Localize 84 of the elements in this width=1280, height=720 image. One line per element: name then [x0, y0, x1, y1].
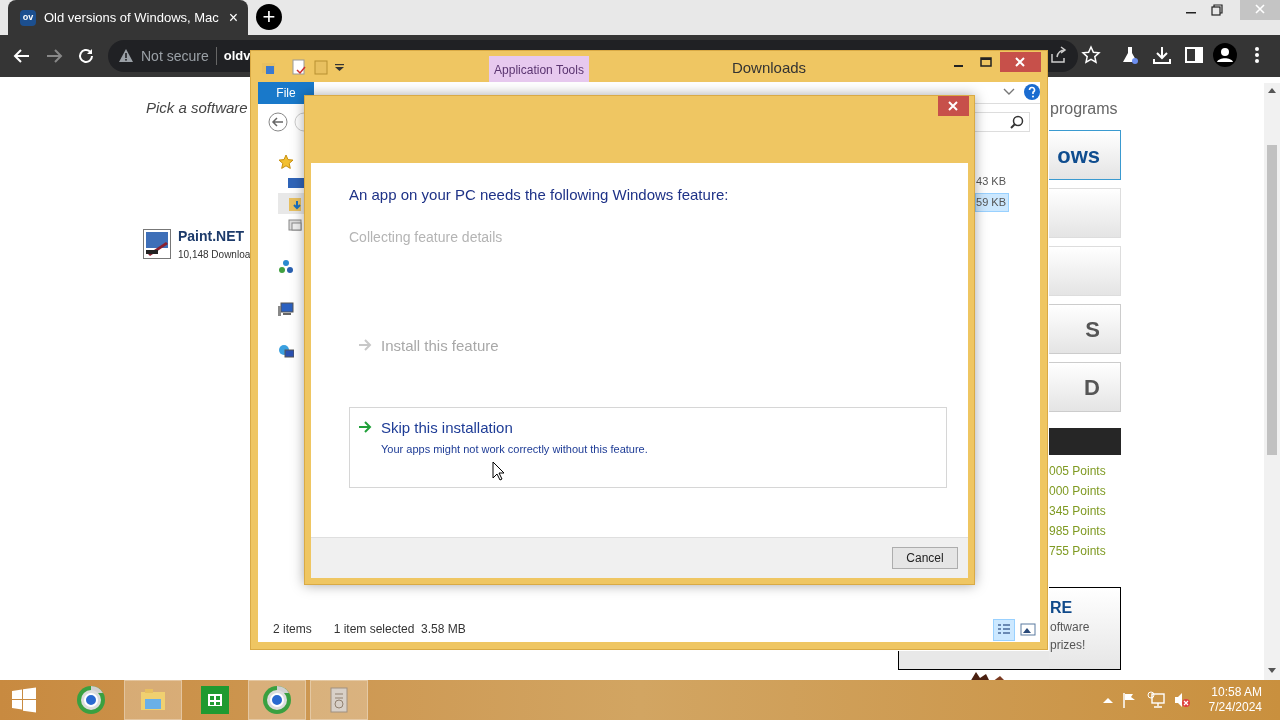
close-icon[interactable]	[938, 96, 969, 116]
flask-icon[interactable]	[1120, 45, 1140, 65]
network-icon	[278, 342, 294, 359]
chrome-icon	[75, 684, 107, 716]
promo-title: RE	[1050, 598, 1074, 618]
download-icon[interactable]	[1152, 45, 1172, 65]
profile-icon[interactable]	[1213, 43, 1237, 67]
mouse-pointer-icon	[492, 461, 505, 481]
maximize-icon[interactable]	[980, 56, 992, 68]
store-icon	[199, 684, 231, 716]
file-size-cell[interactable]: 59 KB	[975, 193, 1009, 212]
search-icon[interactable]	[1010, 115, 1024, 129]
pc-icon	[278, 300, 294, 317]
browser-tab[interactable]: ov Old versions of Windows, Mac ×	[8, 0, 248, 35]
category-banner[interactable]: S	[1049, 304, 1121, 354]
promo-text: prizes!	[1050, 637, 1087, 654]
download-count: 10,148 Downloa	[178, 248, 251, 262]
promo-banner[interactable]: RE oftware prizes!	[1049, 587, 1121, 670]
dialog-heading: An app on your PC needs the following Windows feature:	[349, 185, 730, 205]
points-text: 985 Points	[1049, 523, 1106, 540]
context-tab-label: Application Tools	[489, 56, 589, 83]
close-icon[interactable]	[1000, 52, 1041, 72]
side-panel-icon[interactable]	[1184, 45, 1204, 65]
chrome-icon	[261, 684, 293, 716]
cancel-button[interactable]: Cancel	[892, 547, 958, 569]
warning-icon	[118, 48, 134, 64]
file-tab[interactable]: File	[258, 81, 314, 104]
homegroup-icon	[278, 258, 294, 275]
option-description: Your apps might not work correctly without this feature.	[381, 442, 648, 457]
points-text: 000 Points	[1049, 483, 1106, 500]
downloads-icon	[288, 195, 304, 212]
chevron-down-icon[interactable]	[1003, 88, 1015, 96]
window-title: Downloads	[730, 58, 808, 78]
menu-icon[interactable]	[1254, 45, 1260, 65]
network-icon[interactable]	[1146, 691, 1165, 709]
help-icon[interactable]	[1024, 84, 1040, 100]
security-label: Not secure	[141, 46, 209, 66]
item-count: 2 items	[273, 621, 312, 638]
favicon: ov	[20, 9, 36, 26]
taskbar-app[interactable]	[248, 680, 306, 720]
tab-title: Old versions of Windows, Mac	[44, 8, 220, 27]
points-text: 755 Points	[1049, 543, 1106, 560]
points-text: 345 Points	[1049, 503, 1106, 520]
star-icon[interactable]	[1081, 45, 1101, 65]
promo-text: oftware	[1050, 619, 1091, 636]
option-link: Install this feature	[381, 335, 499, 356]
scroll-up-icon[interactable]	[1268, 87, 1276, 93]
scroll-down-icon[interactable]	[1268, 668, 1276, 674]
caret-up-icon[interactable]	[1102, 697, 1113, 703]
recent-icon	[288, 216, 304, 233]
clock-time: 10:58 AM	[1211, 685, 1262, 700]
arrow-right-icon	[358, 419, 372, 434]
status-text: Collecting feature details	[349, 227, 504, 247]
properties-icon[interactable]	[291, 59, 307, 75]
file-size-cell[interactable]: 43 KB	[975, 172, 1009, 191]
dropdown-icon[interactable]	[335, 64, 344, 71]
category-banner[interactable]: D	[1049, 362, 1121, 412]
share-icon[interactable]	[1048, 45, 1068, 65]
back-icon[interactable]	[268, 112, 288, 132]
section-heading: programs	[1050, 99, 1118, 119]
category-banner[interactable]: ows	[1049, 130, 1121, 180]
scrollbar[interactable]	[1264, 83, 1280, 680]
volume-muted-icon[interactable]	[1173, 692, 1190, 708]
selection-info: 1 item selected 3.58 MB	[333, 621, 466, 638]
points-text: 005 Points	[1049, 463, 1106, 480]
scroll-thumb[interactable]	[1267, 145, 1277, 455]
clock-date: 7/24/2024	[1208, 700, 1262, 715]
software-name[interactable]: Paint.NET	[178, 229, 251, 244]
option-title: Skip this installation	[381, 417, 514, 438]
new-tab-button[interactable]: +	[256, 4, 282, 30]
leaderboard-header	[1049, 428, 1121, 455]
paint-app-icon[interactable]	[143, 229, 171, 259]
reload-icon[interactable]	[77, 47, 95, 65]
url-text: oldv	[223, 47, 251, 66]
search-field[interactable]	[974, 112, 1030, 132]
restore-icon[interactable]	[1211, 4, 1223, 16]
page-tagline: Pick a software	[146, 98, 248, 118]
option-button[interactable]: Skip this installation Your apps might not work correctly without this feature.	[349, 406, 947, 488]
forward-icon[interactable]	[45, 47, 63, 65]
close-tab-icon[interactable]: ×	[228, 9, 238, 26]
back-icon[interactable]	[13, 47, 31, 65]
star-icon	[278, 153, 294, 170]
windows-start-icon[interactable]	[10, 686, 38, 714]
arrow-right-icon	[358, 337, 372, 352]
